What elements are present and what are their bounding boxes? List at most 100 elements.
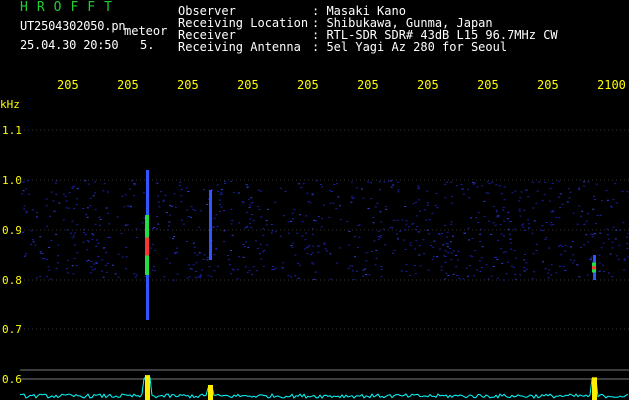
noise-pixel xyxy=(573,259,576,261)
noise-pixel xyxy=(245,184,248,186)
noise-pixel xyxy=(337,196,340,198)
noise-pixel xyxy=(231,268,234,270)
noise-pixel xyxy=(514,278,517,280)
noise-pixel xyxy=(525,189,528,191)
noise-pixel xyxy=(350,201,353,203)
noise-pixel xyxy=(262,251,265,253)
noise-pixel xyxy=(502,252,505,254)
noise-pixel xyxy=(185,187,188,189)
noise-pixel xyxy=(538,181,541,183)
noise-pixel xyxy=(592,195,595,197)
noise-pixel xyxy=(195,271,198,272)
noise-pixel xyxy=(590,260,593,262)
noise-pixel xyxy=(617,258,620,260)
noise-pixel xyxy=(266,244,269,246)
noise-pixel xyxy=(168,225,171,227)
noise-pixel xyxy=(50,191,53,193)
noise-pixel xyxy=(608,272,610,274)
noise-pixel xyxy=(533,271,536,273)
noise-pixel xyxy=(591,234,594,235)
noise-pixel xyxy=(572,254,575,256)
noise-pixel xyxy=(117,253,120,255)
noise-pixel xyxy=(274,267,277,269)
noise-pixel xyxy=(86,240,89,242)
noise-pixel xyxy=(219,211,222,212)
noise-pixel xyxy=(550,211,553,213)
noise-pixel xyxy=(31,209,34,211)
noise-pixel xyxy=(571,241,574,242)
noise-pixel xyxy=(224,183,227,184)
noise-pixel xyxy=(563,270,566,271)
noise-pixel xyxy=(615,229,618,231)
noise-pixel xyxy=(462,193,465,195)
noise-pixel xyxy=(568,197,571,199)
noise-pixel xyxy=(467,239,470,241)
noise-pixel xyxy=(547,272,550,274)
noise-pixel xyxy=(514,273,516,275)
noise-pixel xyxy=(213,254,216,256)
noise-pixel xyxy=(71,237,74,239)
noise-pixel xyxy=(321,218,323,220)
noise-pixel xyxy=(329,252,331,254)
noise-pixel xyxy=(152,243,155,245)
noise-pixel xyxy=(260,258,263,260)
noise-pixel xyxy=(252,266,255,268)
noise-pixel xyxy=(101,270,103,272)
noise-pixel xyxy=(157,201,160,203)
noise-pixel xyxy=(249,218,252,220)
noise-pixel xyxy=(45,198,48,200)
noise-pixel xyxy=(307,201,310,202)
noise-pixel xyxy=(558,196,561,198)
noise-pixel xyxy=(495,209,498,211)
noise-pixel xyxy=(49,278,52,280)
noise-pixel xyxy=(296,232,299,234)
noise-pixel xyxy=(365,260,368,262)
noise-pixel xyxy=(560,244,563,246)
noise-pixel xyxy=(178,184,181,186)
noise-pixel xyxy=(587,241,589,243)
noise-pixel xyxy=(518,208,521,210)
noise-pixel xyxy=(591,236,594,238)
noise-pixel xyxy=(488,220,491,222)
noise-pixel xyxy=(469,255,472,257)
noise-pixel xyxy=(551,210,554,212)
noise-pixel xyxy=(550,224,553,226)
noise-pixel xyxy=(114,273,117,275)
noise-pixel xyxy=(223,230,226,232)
noise-pixel xyxy=(154,270,156,272)
noise-pixel xyxy=(487,278,490,280)
noise-pixel xyxy=(550,274,553,276)
noise-pixel xyxy=(47,266,50,268)
noise-pixel xyxy=(558,217,561,219)
noise-pixel xyxy=(55,193,58,195)
noise-pixel xyxy=(206,204,209,205)
noise-pixel xyxy=(596,214,599,216)
noise-pixel xyxy=(169,214,172,216)
noise-pixel xyxy=(447,275,450,276)
noise-pixel xyxy=(474,250,477,252)
noise-pixel xyxy=(626,191,629,193)
noise-pixel xyxy=(32,239,34,241)
noise-pixel xyxy=(23,256,26,258)
noise-pixel xyxy=(186,241,188,242)
noise-pixel xyxy=(433,256,436,258)
noise-pixel xyxy=(496,258,499,260)
level-trace-line xyxy=(19,376,629,399)
noise-pixel xyxy=(528,227,531,229)
noise-pixel xyxy=(306,253,309,255)
noise-pixel xyxy=(129,205,132,207)
noise-pixel xyxy=(555,216,558,218)
noise-pixel xyxy=(294,254,297,256)
noise-pixel xyxy=(248,207,251,209)
noise-pixel xyxy=(86,207,89,209)
noise-pixel xyxy=(485,192,488,194)
noise-pixel xyxy=(476,186,479,188)
noise-pixel xyxy=(585,234,588,236)
noise-pixel xyxy=(298,183,301,185)
noise-pixel xyxy=(440,266,443,268)
noise-pixel xyxy=(220,191,223,193)
noise-pixel xyxy=(199,277,202,279)
noise-pixel xyxy=(312,245,315,247)
noise-pixel xyxy=(583,181,586,183)
noise-pixel xyxy=(73,208,76,210)
